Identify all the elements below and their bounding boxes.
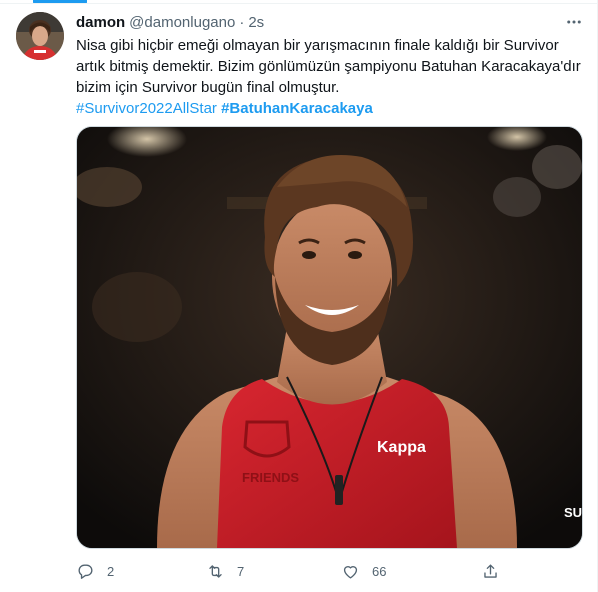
tweet-text-line: artık bitmiş demektir. Bizim gönlümüzün … (76, 58, 581, 75)
like-count: 66 (372, 563, 387, 579)
tweet-text: Nisa gibi hiçbir emeği olmayan bir yarış… (76, 35, 581, 119)
hashtag-link[interactable]: #Survivor2022AllStar (76, 100, 217, 117)
tweet-text-line: Nisa gibi hiçbir emeği olmayan bir yarış… (76, 37, 559, 54)
tweet-media-image[interactable]: FRIENDS Kappa SU (76, 126, 583, 549)
tweet-header: damon @damonlugano · 2s (76, 12, 264, 32)
retweet-button[interactable]: 7 (206, 560, 244, 582)
more-icon (567, 20, 581, 24)
tweet-actions: 2 7 66 (76, 560, 506, 582)
divider (0, 3, 598, 4)
user-handle[interactable]: @damonlugano (129, 14, 235, 31)
brand-logo-text: Kappa (377, 439, 426, 456)
reply-button[interactable]: 2 (76, 560, 114, 582)
avatar[interactable] (16, 12, 64, 60)
more-button[interactable] (564, 12, 584, 32)
share-icon (484, 563, 497, 578)
hashtag-line: #Survivor2022AllStar #BatuhanKaracakaya (76, 98, 581, 119)
display-name[interactable]: damon (76, 14, 125, 31)
watermark-text: SU (564, 505, 582, 520)
like-button[interactable]: 66 (341, 560, 386, 582)
heart-icon (343, 565, 358, 579)
jersey-text: FRIENDS (242, 470, 299, 485)
separator-dot: · (239, 13, 245, 31)
share-button[interactable] (481, 560, 500, 582)
tweet-text-line: bizim için Survivor bugün final olmuştur… (76, 79, 340, 96)
timestamp[interactable]: 2s (248, 14, 264, 31)
retweet-count: 7 (237, 563, 245, 579)
retweet-icon (209, 564, 222, 578)
hashtag-link[interactable]: #BatuhanKaracakaya (221, 100, 373, 117)
reply-icon (78, 563, 93, 579)
reply-count: 2 (107, 563, 115, 579)
